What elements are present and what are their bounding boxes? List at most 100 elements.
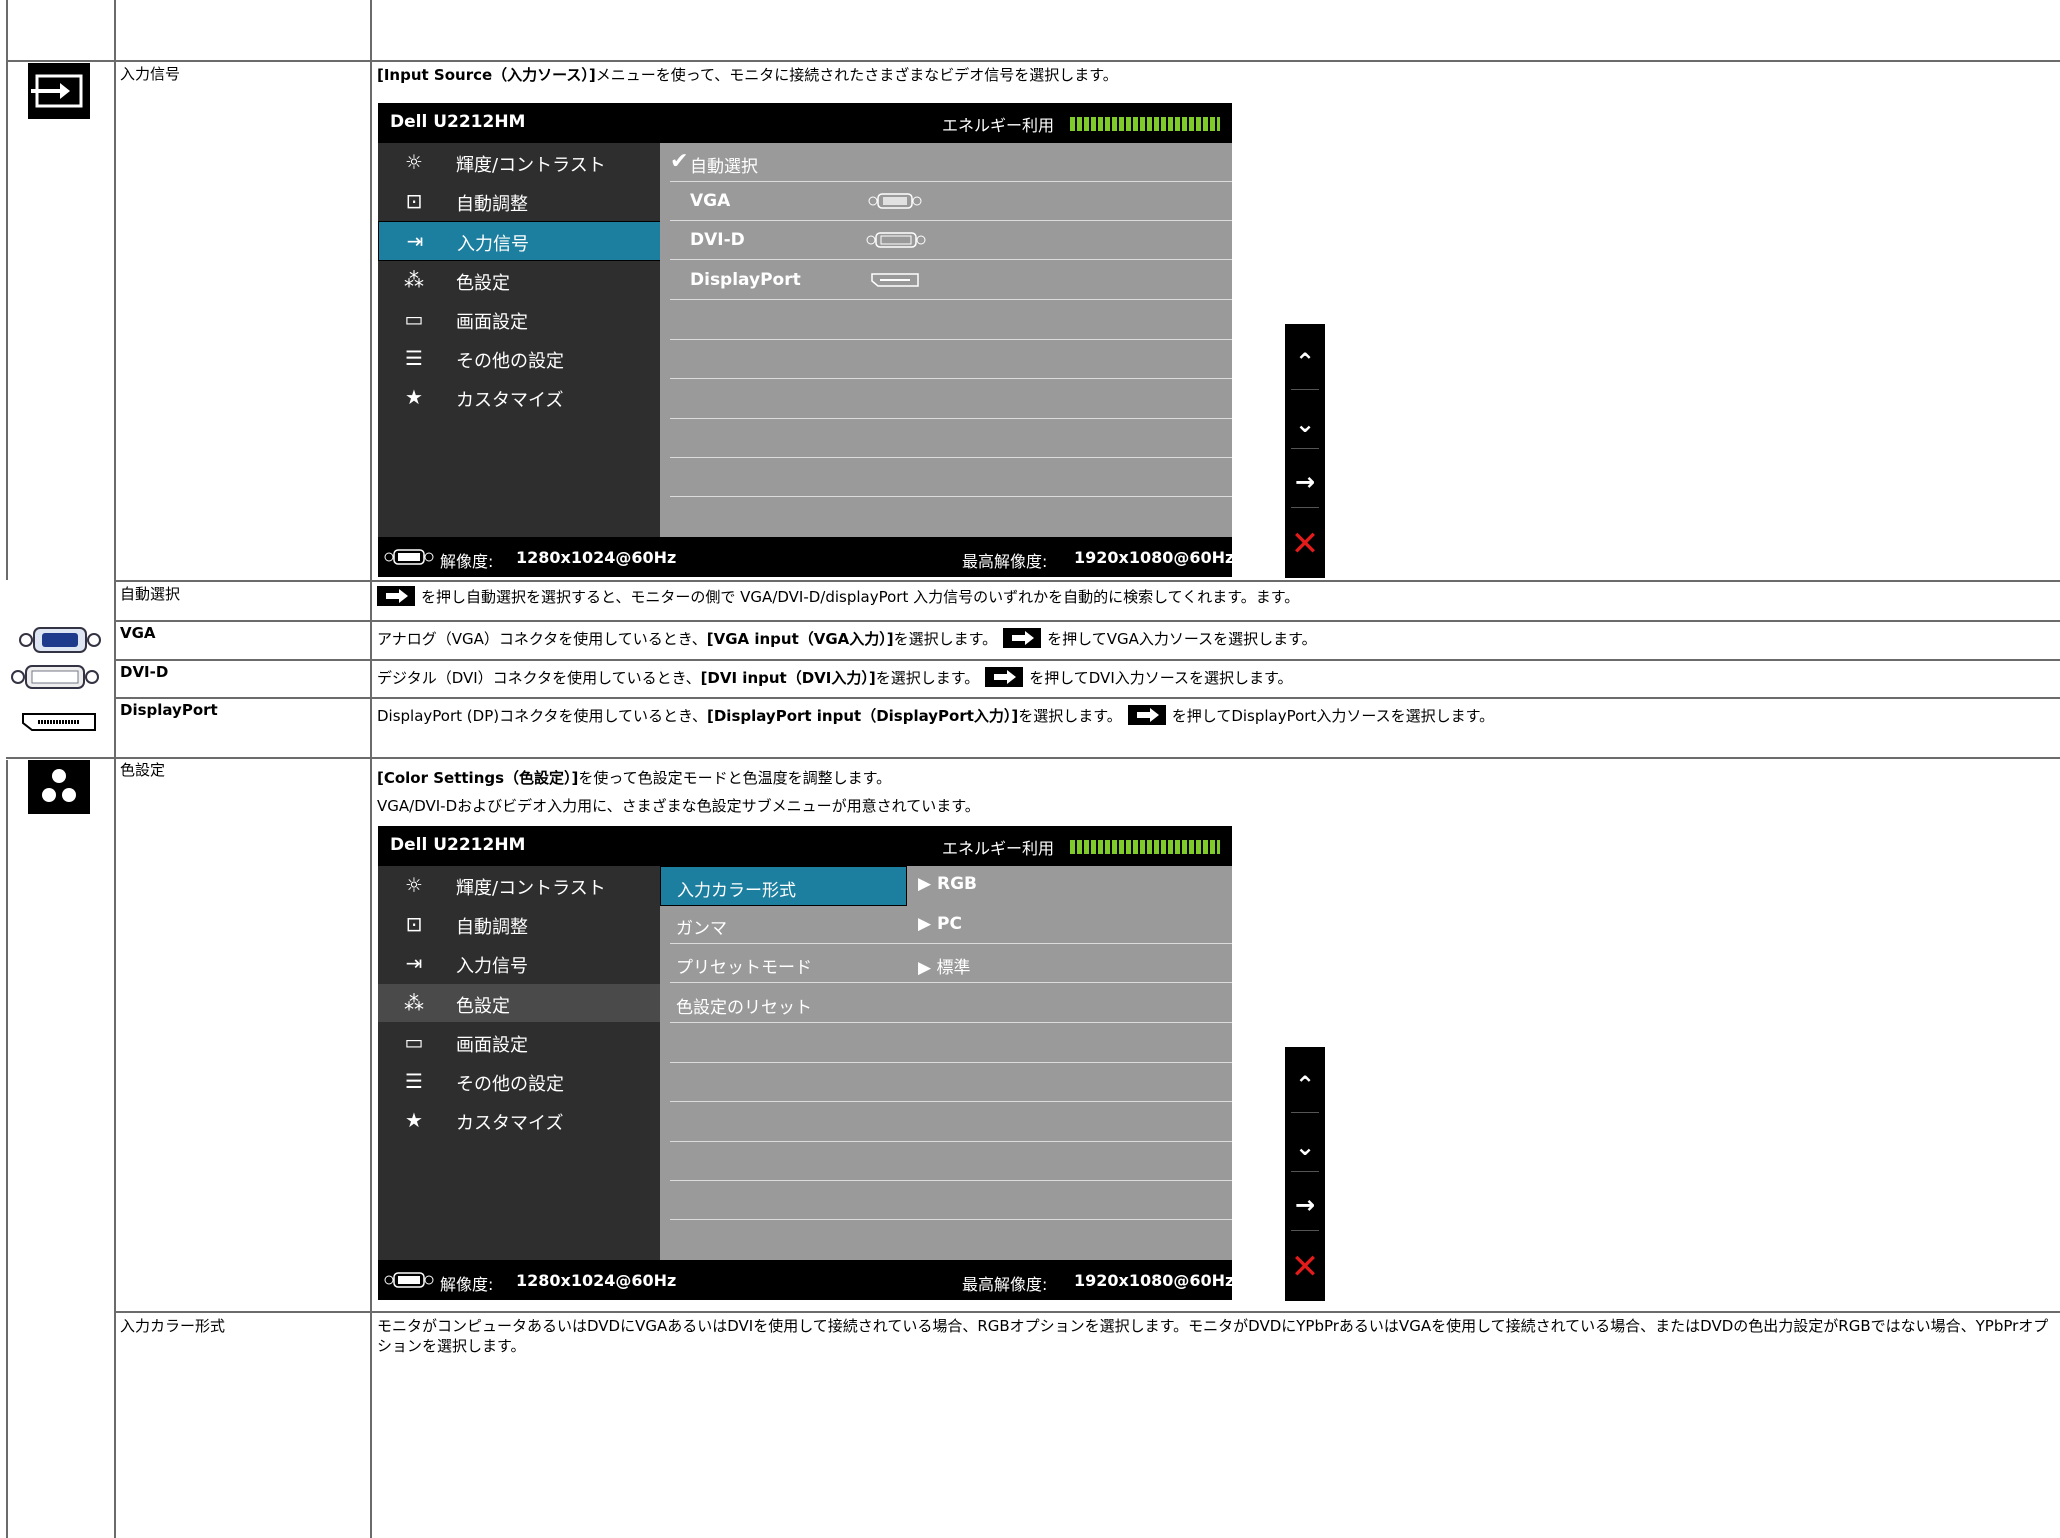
resolution-label: 解像度: <box>440 552 494 571</box>
row-label-input-color-format: 入力カラー形式 <box>120 1317 226 1335</box>
osd-divider <box>670 378 1232 379</box>
resolution-value: 1280x1024@60Hz <box>516 1271 677 1290</box>
osd-menu-color: ⁂ 色設定 <box>378 984 660 1022</box>
osd-menu-brightness: ☼ 輝度/コントラスト <box>378 866 660 904</box>
brightness-icon: ☼ <box>405 873 423 897</box>
auto-adjust-icon: ⊡ <box>405 912 423 936</box>
arrow-right-icon: ▶ <box>918 914 932 934</box>
osd-nav-buttons: ⌃ ⌄ → ✕ <box>1285 324 1325 578</box>
osd-model: Dell U2212HM <box>390 112 526 132</box>
input-source-icon: ⇥ <box>405 951 423 975</box>
nav-divider <box>1291 448 1319 449</box>
osd-divider <box>670 418 1232 419</box>
auto-adjust-icon: ⊡ <box>405 189 423 213</box>
osd-divider <box>670 1062 1232 1063</box>
color-dots-icon: ⁂ <box>404 268 424 292</box>
grid-line <box>114 0 116 1538</box>
input-source-icon: ⇥ <box>406 229 424 253</box>
osd-item-auto-select: ✔ 自動選択 <box>670 143 1232 182</box>
osd-footer: 解像度: 1280x1024@60Hz 最高解像度: 1920x1080@60H… <box>378 1260 1234 1300</box>
star-icon: ★ <box>405 1108 423 1132</box>
vga-connector-icon <box>868 192 922 215</box>
osd-nav-buttons: ⌃ ⌄ → ✕ <box>1285 1047 1325 1301</box>
resolution-label: 解像度: <box>440 1275 494 1294</box>
settings-sliders-icon: ☰ <box>405 1069 423 1093</box>
osd-menu-input-source: ⇥ 入力信号 <box>378 944 660 982</box>
osd-main-menu: ☼ 輝度/コントラスト ⊡ 自動調整 ⇥ 入力信号 ⁂ 色設定 ▭ 画面設定 ☰ その他の設… <box>378 866 660 1260</box>
osd-energy-label: エネルギー利用 <box>942 839 1055 858</box>
displayport-connector-icon <box>20 710 98 740</box>
input-source-description: [Input Source（入力ソース）]メニューを使って、モニタに接続されたさ… <box>377 66 1118 84</box>
down-button-icon: ⌄ <box>1294 410 1316 438</box>
grid-line <box>114 659 2060 661</box>
osd-header: Dell U2212HM エネルギー利用 <box>378 103 1232 143</box>
star-icon: ★ <box>405 385 423 409</box>
osd-item-dvi: DVI-D <box>670 221 1232 260</box>
osd-menu-color: ⁂ 色設定 <box>378 261 660 299</box>
row-label-vga: VGA <box>120 624 156 642</box>
grid-line <box>6 60 2060 62</box>
osd-color-settings-screen: Dell U2212HM エネルギー利用 ☼ 輝度/コントラスト ⊡ 自動調整 ⇥ 入… <box>378 826 1234 1300</box>
up-button-icon: ⌃ <box>1294 348 1316 376</box>
down-button-icon: ⌄ <box>1294 1133 1316 1161</box>
dvi-connector-icon <box>10 662 100 696</box>
color-settings-description: [Color Settings（色設定）]を使って色設定モードと色温度を調整しま… <box>377 769 892 787</box>
enter-key-icon <box>1127 705 1166 725</box>
osd-submenu: ✔ 自動選択 VGA DVI-D DisplayPort <box>660 143 1232 537</box>
osd-energy-label: エネルギー利用 <box>942 116 1055 135</box>
row-label-displayport: DisplayPort <box>120 701 218 719</box>
osd-divider <box>670 1180 1232 1181</box>
auto-select-description: を押し自動選択を選択すると、モニターの側で VGA/DVI-D/displayP… <box>377 586 1299 607</box>
color-settings-icon <box>28 760 90 814</box>
grid-line <box>6 760 8 1538</box>
enter-key-icon <box>377 586 415 606</box>
osd-divider <box>670 457 1232 458</box>
row-label-auto-select: 自動選択 <box>120 585 181 603</box>
energy-meter <box>1070 117 1220 131</box>
osd-menu-input-source: ⇥ 入力信号 <box>378 221 662 261</box>
up-button-icon: ⌃ <box>1294 1071 1316 1099</box>
grid-line <box>370 0 372 1538</box>
enter-key-icon <box>1003 628 1042 648</box>
enter-button-icon: → <box>1294 1191 1316 1219</box>
osd-divider <box>670 1141 1232 1142</box>
exit-button-icon: ✕ <box>1290 1247 1320 1287</box>
grid-line <box>114 697 2060 699</box>
display-icon: ▭ <box>404 1030 424 1054</box>
max-resolution-value: 1920x1080@60Hz <box>1074 548 1235 567</box>
vga-connector-icon <box>384 548 434 570</box>
row-label-color-settings: 色設定 <box>120 761 166 779</box>
max-resolution-label: 最高解像度: <box>962 552 1048 571</box>
osd-menu-auto-adjust: ⊡ 自動調整 <box>378 182 660 220</box>
osd-menu-other: ☰ その他の設定 <box>378 1062 660 1100</box>
grid-line <box>6 757 2060 759</box>
input-color-format-description: モニタがコンピュータあるいはDVDにVGAあるいはDVIを使用して接続されている… <box>377 1317 2049 1355</box>
vga-description: アナログ（VGA）コネクタを使用しているとき、[VGA input（VGA入力）… <box>377 628 1317 648</box>
vga-connector-icon <box>18 625 102 659</box>
osd-header: Dell U2212HM エネルギー利用 <box>378 826 1232 866</box>
color-settings-description-line2: VGA/DVI-Dおよびビデオ入力用に、さまざまな色設定サブメニューが用意されて… <box>377 797 980 815</box>
osd-menu-display: ▭ 画面設定 <box>378 1023 660 1061</box>
nav-divider <box>1291 1171 1319 1172</box>
osd-footer: 解像度: 1280x1024@60Hz 最高解像度: 1920x1080@60H… <box>378 537 1235 577</box>
osd-divider <box>670 1219 1232 1220</box>
color-dots-icon: ⁂ <box>404 991 424 1015</box>
osd-menu-other: ☰ その他の設定 <box>378 339 660 377</box>
displayport-connector-icon <box>870 272 920 293</box>
osd-input-source-screen: Dell U2212HM エネルギー利用 ☼ 輝度/コントラスト ⊡ 自動調整 ⇥ 入… <box>378 103 1235 577</box>
grid-line <box>114 1311 2060 1313</box>
osd-menu-personalize: ★ カスタマイズ <box>378 1101 660 1139</box>
enter-button-icon: → <box>1294 468 1316 496</box>
osd-divider <box>670 339 1232 340</box>
osd-divider <box>670 1101 1232 1102</box>
osd-divider <box>670 496 1232 497</box>
osd-value-pc: ▶ PC <box>918 914 962 934</box>
osd-menu-personalize: ★ カスタマイズ <box>378 378 660 416</box>
osd-menu-auto-adjust: ⊡ 自動調整 <box>378 905 660 943</box>
exit-button-icon: ✕ <box>1290 524 1320 564</box>
osd-value-rgb: ▶ RGB <box>918 874 978 894</box>
nav-divider <box>1291 507 1319 508</box>
enter-key-icon <box>985 667 1024 687</box>
input-source-icon <box>28 63 90 119</box>
osd-model: Dell U2212HM <box>390 835 526 855</box>
